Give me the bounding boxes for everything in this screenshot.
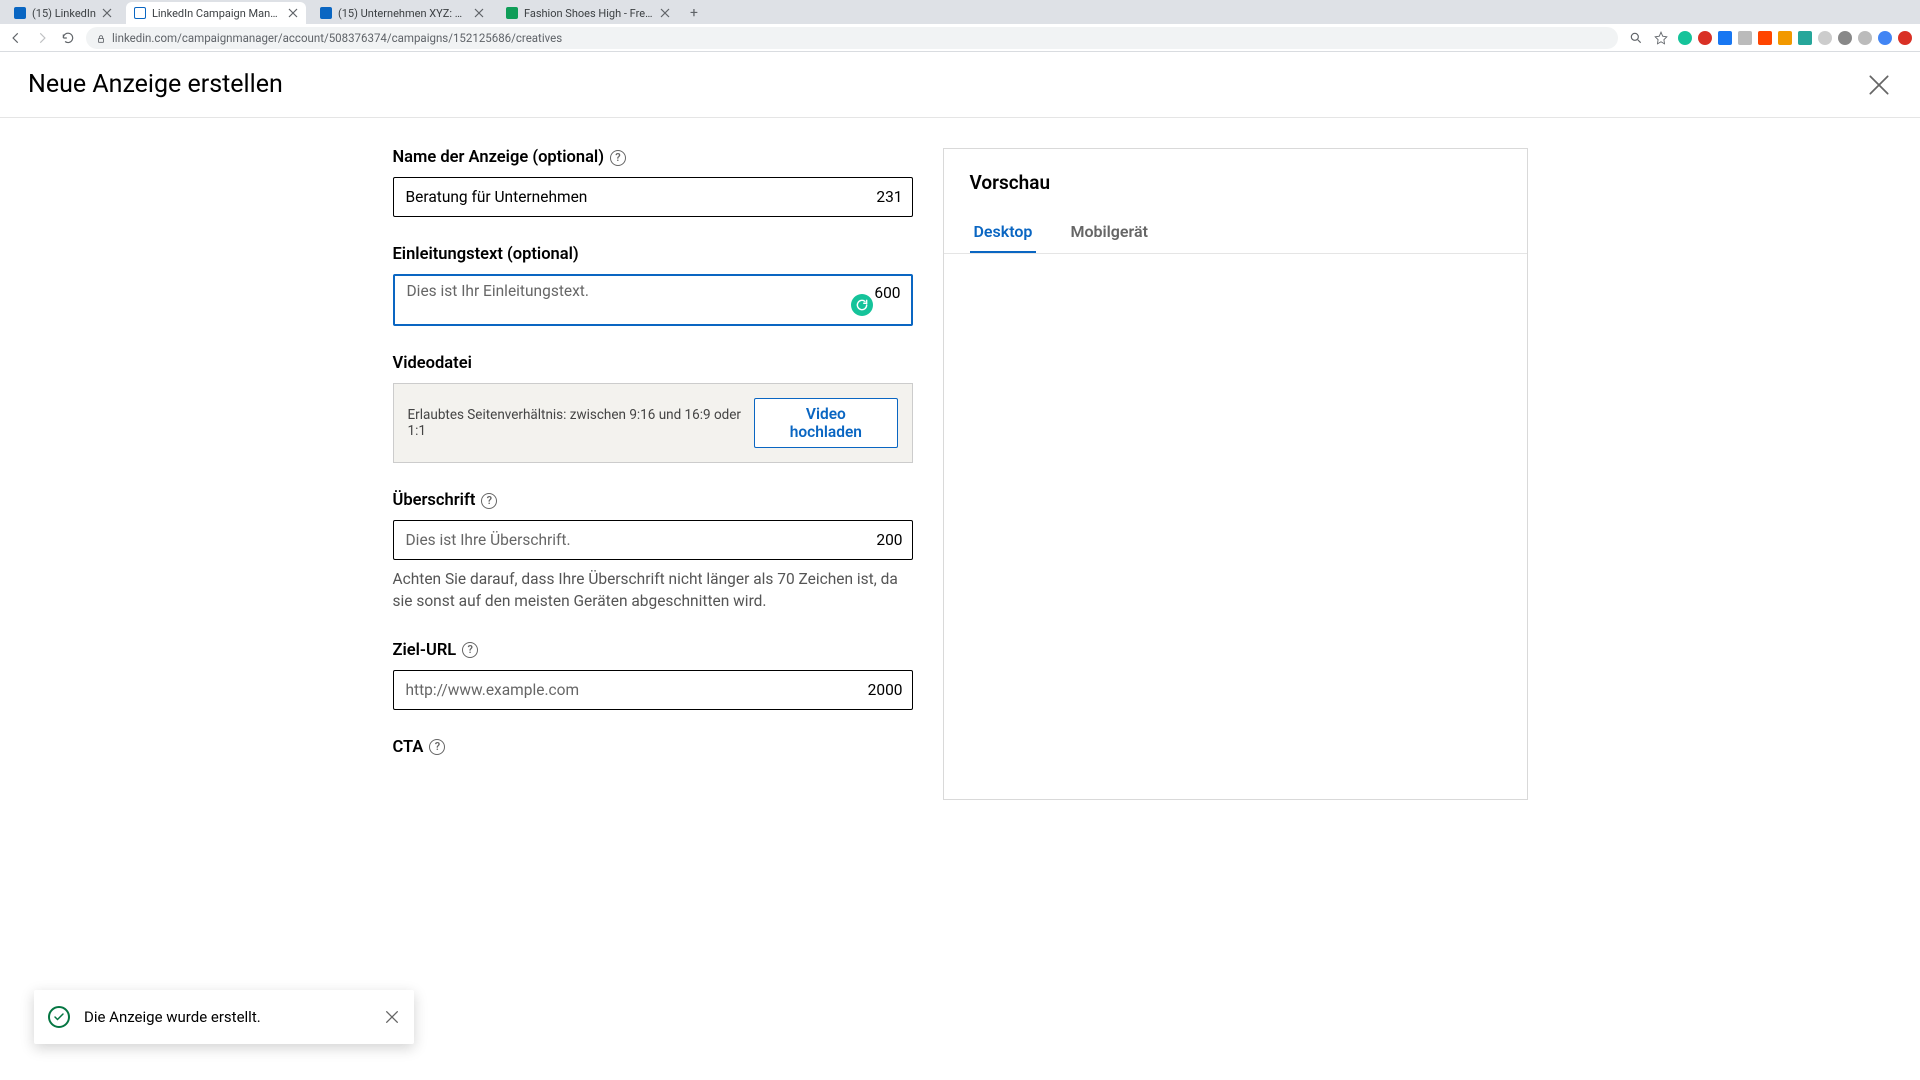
- toast-success: Die Anzeige wurde erstellt.: [34, 990, 414, 1044]
- help-icon[interactable]: ?: [462, 642, 478, 658]
- headline-input[interactable]: [393, 520, 913, 560]
- field-video: Videodatei Erlaubtes Seitenverhältnis: z…: [393, 354, 913, 463]
- field-headline: Überschrift ? 200 Achten Sie darauf, das…: [393, 491, 913, 613]
- close-icon[interactable]: [660, 8, 670, 18]
- extension-icon[interactable]: [1838, 31, 1852, 45]
- tab-mobile[interactable]: Mobilgerät: [1066, 212, 1152, 253]
- linkedin-icon: [14, 7, 26, 19]
- campaign-icon: [134, 7, 146, 19]
- close-icon[interactable]: [474, 8, 484, 18]
- preview-column: Vorschau Desktop Mobilgerät: [943, 148, 1528, 800]
- browser-chrome: (15) LinkedIn LinkedIn Campaign Manager …: [0, 0, 1920, 52]
- field-intro-text: Einleitungstext (optional) 600: [393, 245, 913, 326]
- ad-name-input[interactable]: [393, 177, 913, 217]
- intro-label: Einleitungstext (optional): [393, 245, 579, 264]
- form-column: Name der Anzeige (optional) ? 231 Einlei…: [393, 148, 913, 800]
- extension-icon[interactable]: [1678, 31, 1692, 45]
- address-bar[interactable]: linkedin.com/campaignmanager/account/508…: [86, 27, 1618, 49]
- extension-icon[interactable]: [1758, 31, 1772, 45]
- tab-desktop[interactable]: Desktop: [970, 212, 1037, 253]
- field-ad-name: Name der Anzeige (optional) ? 231: [393, 148, 913, 217]
- extension-icon[interactable]: [1738, 31, 1752, 45]
- tab-title: (15) LinkedIn: [32, 7, 96, 20]
- video-upload-button[interactable]: Video hochladen: [754, 398, 897, 448]
- help-icon[interactable]: ?: [610, 150, 626, 166]
- url-input[interactable]: [393, 670, 913, 710]
- preview-panel: Vorschau Desktop Mobilgerät: [943, 148, 1528, 800]
- tab-campaign-manager[interactable]: LinkedIn Campaign Manager: [126, 2, 306, 24]
- cta-label: CTA: [393, 738, 424, 757]
- char-counter: 2000: [868, 681, 903, 699]
- help-icon[interactable]: ?: [429, 739, 445, 755]
- lock-icon: [96, 33, 106, 43]
- tab-company-admin[interactable]: (15) Unternehmen XYZ: Admin: [312, 2, 492, 24]
- tab-fashion-shoes[interactable]: Fashion Shoes High - Free ph: [498, 2, 678, 24]
- extension-icon[interactable]: [1698, 31, 1712, 45]
- close-icon[interactable]: [288, 8, 298, 18]
- tab-title: (15) Unternehmen XYZ: Admin: [338, 7, 468, 20]
- ad-name-label: Name der Anzeige (optional): [393, 148, 605, 167]
- zoom-icon[interactable]: [1628, 30, 1644, 46]
- close-icon[interactable]: [102, 8, 112, 18]
- extension-strip: [1678, 31, 1912, 45]
- preview-body: [944, 254, 1527, 799]
- tab-strip: (15) LinkedIn LinkedIn Campaign Manager …: [0, 0, 1920, 24]
- url-label: Ziel-URL: [393, 641, 457, 660]
- extension-icon[interactable]: [1818, 31, 1832, 45]
- char-counter: 600: [874, 284, 900, 302]
- url-text: linkedin.com/campaignmanager/account/508…: [112, 31, 562, 45]
- grammarly-icon[interactable]: [851, 294, 873, 316]
- toast-dismiss-button[interactable]: [384, 1009, 400, 1025]
- preview-title: Vorschau: [970, 171, 1501, 194]
- address-bar-row: linkedin.com/campaignmanager/account/508…: [0, 24, 1920, 52]
- intro-input[interactable]: [395, 276, 911, 324]
- close-dialog-button[interactable]: [1866, 72, 1892, 98]
- tab-title: LinkedIn Campaign Manager: [152, 7, 282, 20]
- tab-linkedin[interactable]: (15) LinkedIn: [6, 2, 120, 24]
- field-cta: CTA ?: [393, 738, 913, 757]
- bookmark-icon[interactable]: [1654, 31, 1668, 45]
- sheet-icon: [506, 7, 518, 19]
- new-tab-button[interactable]: +: [684, 2, 704, 24]
- toast-message: Die Anzeige wurde erstellt.: [84, 1008, 370, 1026]
- video-label: Videodatei: [393, 354, 472, 373]
- extension-icon[interactable]: [1898, 31, 1912, 45]
- back-icon[interactable]: [8, 30, 24, 46]
- extension-icon[interactable]: [1718, 31, 1732, 45]
- video-hint: Erlaubtes Seitenverhältnis: zwischen 9:1…: [408, 407, 743, 439]
- field-target-url: Ziel-URL ? 2000: [393, 641, 913, 710]
- headline-helper: Achten Sie darauf, dass Ihre Überschrift…: [393, 568, 913, 613]
- main-layout: Name der Anzeige (optional) ? 231 Einlei…: [0, 118, 1920, 800]
- headline-label: Überschrift: [393, 491, 476, 510]
- help-icon[interactable]: ?: [481, 493, 497, 509]
- check-icon: [48, 1006, 70, 1028]
- forward-icon[interactable]: [34, 30, 50, 46]
- page-title: Neue Anzeige erstellen: [28, 70, 283, 99]
- linkedin-icon: [320, 7, 332, 19]
- extension-icon[interactable]: [1798, 31, 1812, 45]
- char-counter: 200: [876, 531, 902, 549]
- reload-icon[interactable]: [60, 30, 76, 46]
- avatar-icon[interactable]: [1878, 31, 1892, 45]
- preview-tabs: Desktop Mobilgerät: [944, 212, 1527, 254]
- extension-icon[interactable]: [1778, 31, 1792, 45]
- char-counter: 231: [876, 188, 902, 206]
- page-header: Neue Anzeige erstellen: [0, 52, 1920, 118]
- extension-icon[interactable]: [1858, 31, 1872, 45]
- tab-title: Fashion Shoes High - Free ph: [524, 7, 654, 20]
